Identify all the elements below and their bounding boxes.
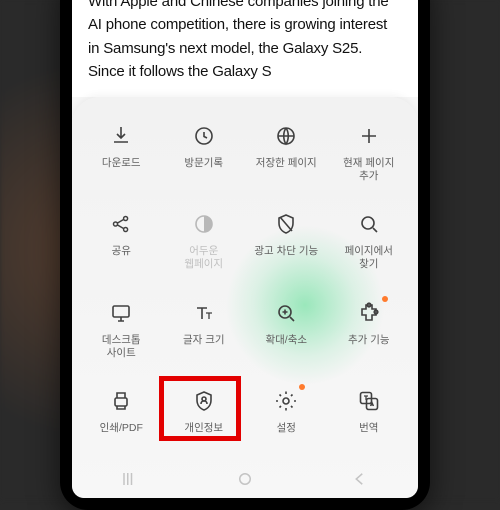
menu-item-find-in-page[interactable]: 페이지에서 찾기 <box>328 205 411 275</box>
menu-item-label: 설정 <box>277 422 296 435</box>
saved-pages-icon <box>271 121 301 151</box>
nav-back-icon[interactable] <box>351 470 369 488</box>
menu-item-ad-block[interactable]: 광고 차단 기능 <box>245 205 328 275</box>
history-icon <box>189 121 219 151</box>
menu-item-label: 글자 크기 <box>183 334 225 347</box>
menu-item-print-pdf[interactable]: 인쇄/PDF <box>80 382 163 439</box>
share-icon <box>106 209 136 239</box>
menu-item-settings[interactable]: 설정 <box>245 382 328 439</box>
print-pdf-icon <box>106 386 136 416</box>
addons-icon <box>354 298 384 328</box>
menu-item-label: 개인정보 <box>184 422 223 435</box>
menu-item-addons[interactable]: 추가 기능 <box>328 294 411 364</box>
nav-recent-icon[interactable] <box>121 470 139 488</box>
nav-home-icon[interactable] <box>236 470 254 488</box>
menu-item-label: 어두운 웹페이지 <box>184 245 223 271</box>
zoom-icon <box>271 298 301 328</box>
menu-item-privacy[interactable]: 개인정보 <box>163 382 246 439</box>
menu-item-text-size[interactable]: 글자 크기 <box>163 294 246 364</box>
menu-item-saved-pages[interactable]: 저장한 페이지 <box>245 117 328 187</box>
menu-item-label: 확대/축소 <box>265 334 307 347</box>
notification-dot <box>382 296 388 302</box>
menu-item-desktop-site[interactable]: 데스크톱 사이트 <box>80 294 163 364</box>
menu-item-zoom[interactable]: 확대/축소 <box>245 294 328 364</box>
find-in-page-icon <box>354 209 384 239</box>
menu-item-add-page[interactable]: 현재 페이지 추가 <box>328 117 411 187</box>
menu-item-share[interactable]: 공유 <box>80 205 163 275</box>
phone-screen: With Apple and Chinese companies joining… <box>72 0 418 498</box>
menu-item-label: 현재 페이지 추가 <box>343 157 394 183</box>
menu-item-label: 데스크톱 사이트 <box>102 334 141 360</box>
desktop-site-icon <box>106 298 136 328</box>
menu-item-label: 번역 <box>359 422 378 435</box>
tools-grid: 다운로드 방문기록 저장한 페이지 현재 페이지 추가공유 어두운 웹페이지 광고 차단 … <box>80 117 410 439</box>
settings-icon <box>271 386 301 416</box>
android-navbar <box>72 464 418 494</box>
menu-item-translate[interactable]: 번역 <box>328 382 411 439</box>
phone-frame: With Apple and Chinese companies joining… <box>60 0 430 510</box>
notification-dot <box>299 384 305 390</box>
add-page-icon <box>354 121 384 151</box>
menu-item-label: 광고 차단 기능 <box>254 245 318 258</box>
article-preview: With Apple and Chinese companies joining… <box>72 0 418 97</box>
privacy-icon <box>189 386 219 416</box>
menu-item-label: 추가 기능 <box>348 334 390 347</box>
tools-menu-sheet[interactable]: 다운로드 방문기록 저장한 페이지 현재 페이지 추가공유 어두운 웹페이지 광고 차단 … <box>72 97 418 498</box>
menu-item-label: 다운로드 <box>102 157 141 170</box>
translate-icon <box>354 386 384 416</box>
menu-item-label: 페이지에서 찾기 <box>345 245 393 271</box>
download-icon <box>106 121 136 151</box>
ad-block-icon <box>271 209 301 239</box>
menu-item-label: 방문기록 <box>184 157 223 170</box>
article-text: With Apple and Chinese companies joining… <box>88 0 389 80</box>
menu-item-label: 공유 <box>112 245 131 258</box>
text-size-icon <box>189 298 219 328</box>
menu-item-history[interactable]: 방문기록 <box>163 117 246 187</box>
dark-mode-icon <box>189 209 219 239</box>
menu-item-label: 인쇄/PDF <box>100 422 143 435</box>
menu-item-dark-mode[interactable]: 어두운 웹페이지 <box>163 205 246 275</box>
menu-item-download[interactable]: 다운로드 <box>80 117 163 187</box>
menu-item-label: 저장한 페이지 <box>256 157 317 170</box>
